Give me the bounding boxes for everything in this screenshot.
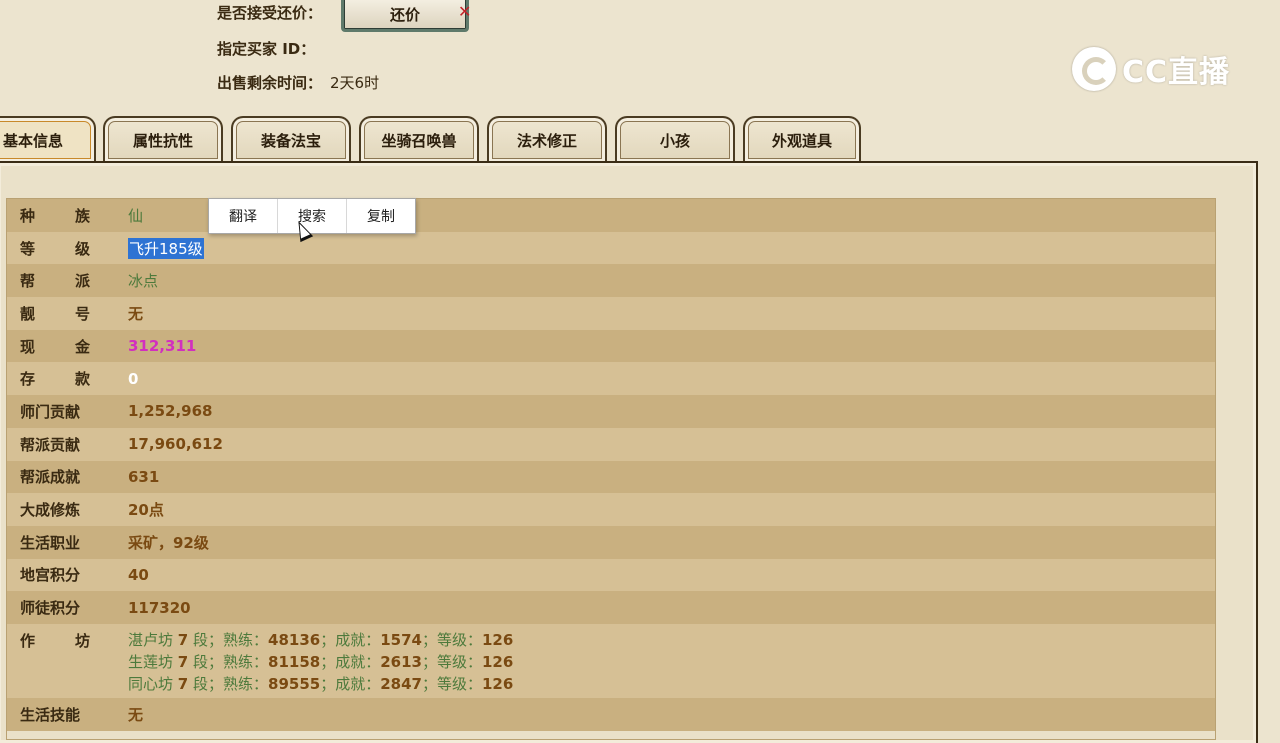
buyer-id-row: 指定买家 ID： [217,38,315,59]
level-value[interactable]: 飞升185级 [128,237,204,259]
remaining-time-row: 出售剩余时间： 2天6时 [217,72,379,93]
row-label: 作坊 [20,631,90,650]
table-row: 生活职业 采矿，92级 [7,525,1215,559]
table-row: 师徒积分 117320 [7,591,1215,624]
list-item: 湛卢坊 7 段；熟练：48136；成就：1574；等级：126 [128,630,514,649]
table-row: 等级 飞升185级 [7,231,1215,265]
vanity-id-value: 无 [128,304,144,323]
cash-value: 312,311 [128,337,197,356]
menu-item-copy[interactable]: 复制 [347,199,415,233]
row-label: 帮派 [20,272,90,291]
row-label: 帮派成就 [20,468,81,487]
row-label: 师徒积分 [20,599,81,618]
remaining-time-label: 出售剩余时间： [217,74,323,92]
logo-text: CC直播 [1122,55,1231,90]
row-label: 现金 [20,337,90,356]
row-value: 20点 [128,501,164,520]
row-label: 地宫积分 [20,566,81,585]
menu-item-search[interactable]: 搜索 [278,199,347,233]
tab-appearance[interactable]: 外观道具 [743,116,861,162]
row-label: 大成修炼 [20,501,81,520]
tab-mounts-pets[interactable]: 坐骑召唤兽 [359,116,479,162]
table-row: 帮派贡献 17,960,612 [7,427,1215,461]
table-row: 靓号 无 [7,297,1215,330]
tab-children[interactable]: 小孩 [615,116,735,162]
table-row: 存款 0 [7,362,1215,396]
tab-spell-correction[interactable]: 法术修正 [487,116,607,162]
row-value: 17,960,612 [128,435,223,454]
context-menu: 翻译 搜索 复制 [208,198,416,234]
basic-info-table: 种族 仙 等级 飞升185级 帮派 冰点 靓号 无 现金 312,311 存款 … [6,198,1216,740]
row-label: 种族 [20,206,90,225]
workshop-row: 作坊 湛卢坊 7 段；熟练：48136；成就：1574；等级：126 生莲坊 7… [7,623,1215,698]
row-label: 生活技能 [20,705,81,724]
row-label: 师门贡献 [20,402,81,421]
counter-offer-row: 是否接受还价： [217,2,322,23]
workshop-list: 湛卢坊 7 段；熟练：48136；成就：1574；等级：126 生莲坊 7 段；… [128,629,513,695]
guild-value: 冰点 [128,272,159,291]
row-value: 1,252,968 [128,402,213,421]
table-row: 帮派成就 631 [7,460,1215,494]
table-row: 帮派 冰点 [7,264,1215,298]
row-label: 靓号 [20,304,90,323]
deposit-value: 0 [128,369,139,388]
row-label: 存款 [20,370,90,389]
table-row: 师门贡献 1,252,968 [7,395,1215,428]
cc-logo-icon [1072,47,1116,91]
table-row: 地宫积分 40 [7,558,1215,592]
tab-attributes[interactable]: 属性抗性 [103,116,223,162]
tab-basic-info[interactable]: 基本信息 [0,116,96,162]
cc-live-logo: CC直播 [1072,44,1252,94]
list-item: 同心坊 7 段；熟练：89555；成就：2847；等级：126 [128,674,514,693]
row-value: 40 [128,565,149,584]
tab-equipment[interactable]: 装备法宝 [231,116,351,162]
row-value: 采矿，92级 [128,533,209,552]
tab-bar: 基本信息 属性抗性 装备法宝 坐骑召唤兽 法术修正 小孩 外观道具 [0,116,870,162]
row-label: 生活职业 [20,533,81,552]
row-label: 等级 [20,239,90,258]
table-row: 现金 312,311 [7,329,1215,363]
row-label: 帮派贡献 [20,435,81,454]
table-row: 大成修炼 20点 [7,493,1215,526]
buyer-id-label: 指定买家 ID： [217,40,316,58]
row-value: 无 [128,705,144,724]
table-row: 生活技能 无 [7,697,1215,731]
list-item: 生莲坊 7 段；熟练：81158；成就：2613；等级：126 [128,652,514,671]
remaining-time-value: 2天6时 [330,74,380,92]
counter-offer-label: 是否接受还价： [217,4,323,22]
row-value: 631 [128,467,160,486]
row-value: 117320 [128,598,191,617]
race-value: 仙 [128,206,144,225]
counter-offer-button[interactable]: 还价 [341,0,469,32]
menu-item-translate[interactable]: 翻译 [209,199,278,233]
table-row: 种族 仙 [7,199,1215,232]
pin-icon: ✕ [458,2,472,21]
